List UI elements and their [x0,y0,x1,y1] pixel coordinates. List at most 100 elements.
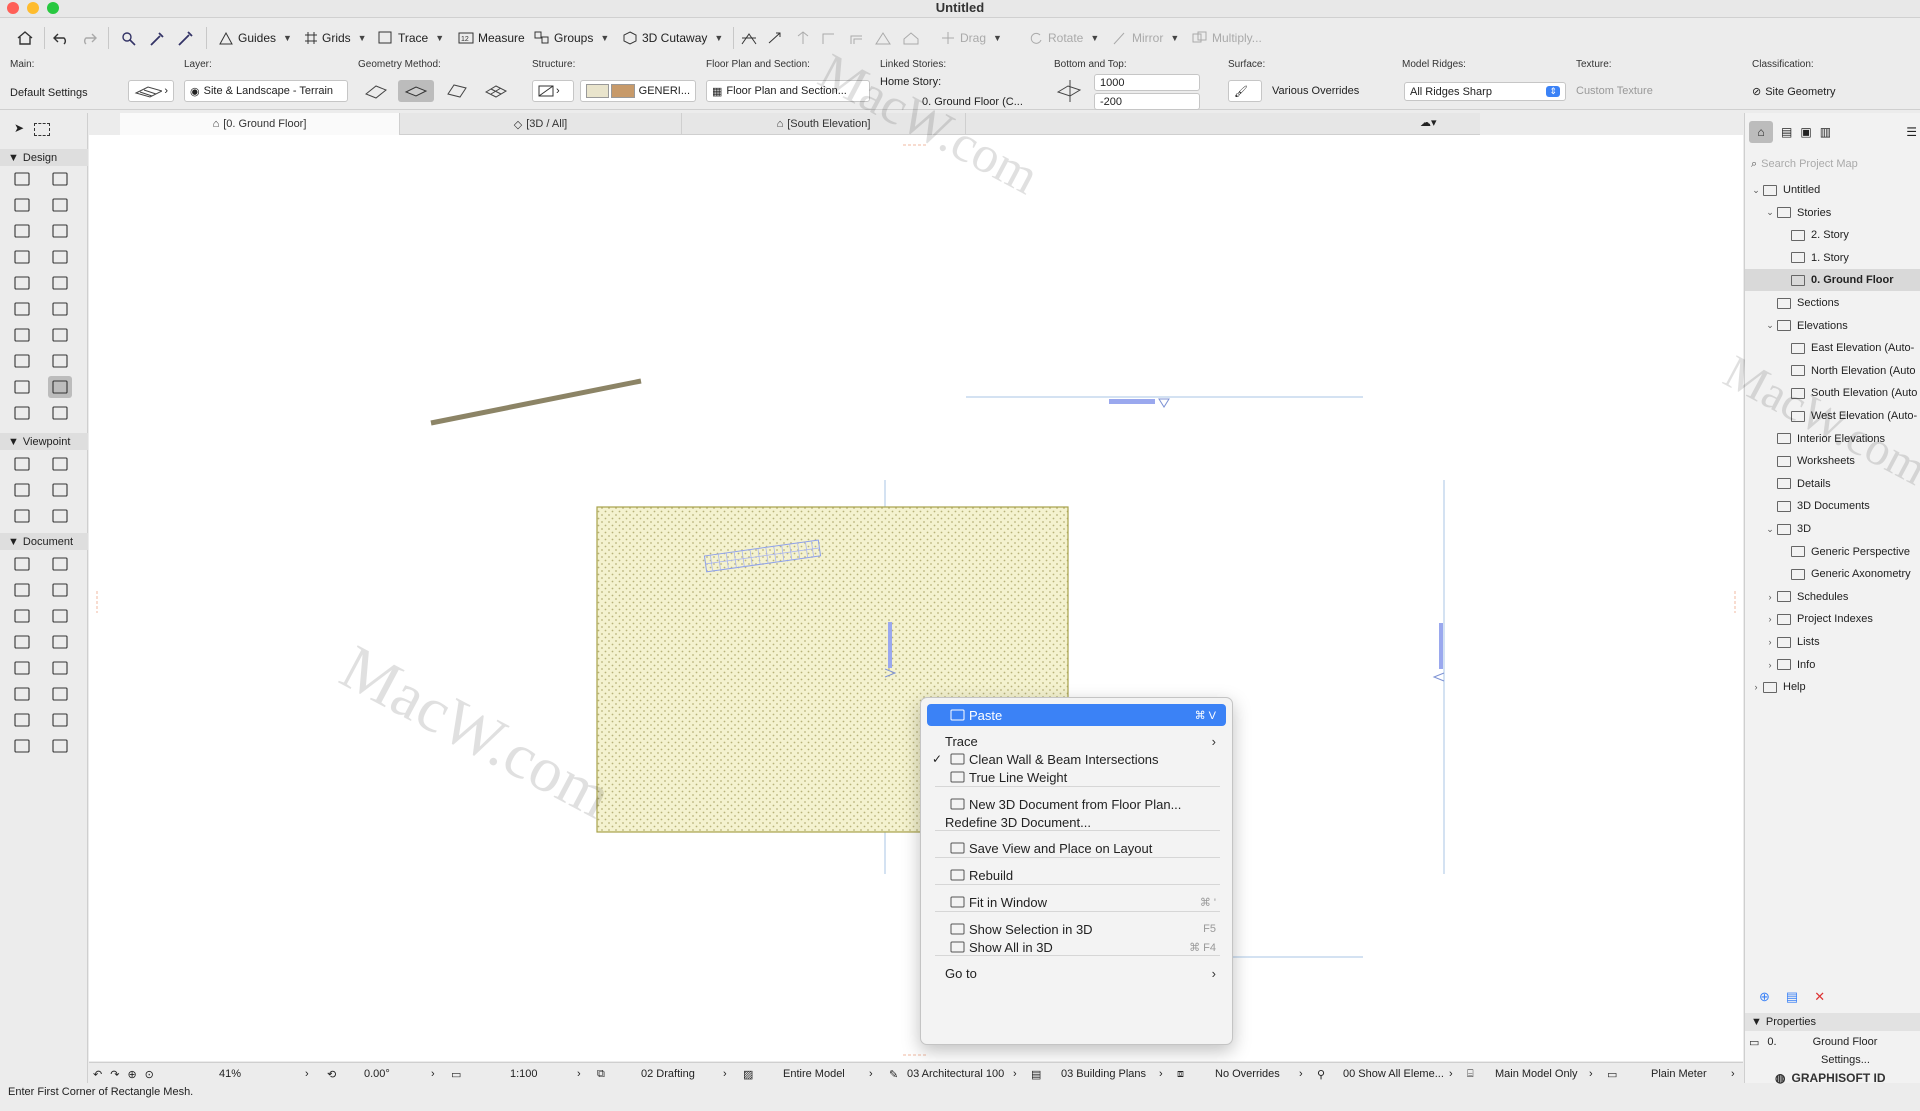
zone-tool-icon[interactable] [48,324,72,346]
geometry-rotated-button[interactable] [438,80,474,102]
menu-item-true-line-weight[interactable]: True Line Weight [927,766,1226,788]
beam-tool-icon[interactable] [48,194,72,216]
offset-icon[interactable] [848,25,866,51]
settings-button[interactable]: Settings... [1821,1054,1870,1066]
navigator-item[interactable]: North Elevation (Auto [1745,360,1920,382]
navigator-item[interactable]: › Project Indexes [1745,608,1920,630]
navigator-item[interactable]: Interior Elevations [1745,428,1920,450]
structure-type-button[interactable]: › [532,80,574,102]
worksheet-tool-icon[interactable] [48,479,72,501]
chevron-right-icon[interactable]: › [431,1063,435,1085]
door-tool-icon[interactable] [10,220,34,242]
navigator-item[interactable]: East Elevation (Auto- [1745,337,1920,359]
tab-options-icon[interactable]: ☁▾ [1420,116,1437,129]
navigator-item[interactable]: Details [1745,473,1920,495]
zoom-value[interactable]: 41% [219,1063,241,1085]
chevron-right-icon[interactable]: › [1449,1063,1453,1085]
window-tool-icon[interactable] [48,220,72,242]
navigator-item[interactable]: 0. Ground Floor [1745,269,1920,292]
split-icon[interactable] [740,25,758,51]
syringe-icon[interactable] [176,25,194,51]
circle-tool-icon[interactable] [48,657,72,679]
explode-icon[interactable] [874,25,892,51]
surface-brush-button[interactable]: 🖌 [1228,80,1262,102]
angle-dimension-tool-icon[interactable] [48,579,72,601]
chevron-right-icon[interactable]: › [1589,1063,1593,1085]
column-tool-icon[interactable] [10,194,34,216]
mirror-button[interactable]: Mirror ▼ [1112,25,1179,51]
floor-plan-canvas[interactable]: MacW.com MacW.com [89,43,1743,1061]
geometry-rectangle-button[interactable] [398,80,434,102]
object-tool-icon[interactable] [10,246,34,268]
elevation-tool-icon[interactable] [48,453,72,475]
chevron-right-icon[interactable]: › [1299,1063,1303,1085]
mvo-value[interactable]: 03 Building Plans [1061,1063,1146,1085]
text-tool-icon[interactable] [10,605,34,627]
label-tool-icon[interactable] [48,605,72,627]
navigator-item[interactable]: West Elevation (Auto- [1745,405,1920,427]
pen-set-value[interactable]: 03 Architectural 100 [907,1063,1004,1085]
chevron-right-icon[interactable]: › [1763,592,1777,602]
figure-tool-icon[interactable] [10,735,34,757]
texture-value[interactable]: Custom Texture [1576,85,1653,97]
navigator-item[interactable]: Generic Axonometry [1745,563,1920,585]
navigator-item[interactable]: › Info [1745,654,1920,676]
navigator-item[interactable]: Generic Perspective [1745,541,1920,563]
elevation-marker-right[interactable] [1439,623,1443,669]
zoom-previous-icon[interactable]: ↶ [93,1068,102,1081]
menu-item-fit-in-window[interactable]: Fit in Window ⌘ ' [927,891,1226,913]
dimension-tool-icon[interactable] [10,553,34,575]
marker-tool-icon[interactable] [10,631,34,653]
shell-tool-icon[interactable] [48,272,72,294]
pick-up-icon[interactable] [120,25,138,51]
view-settings-icon[interactable]: ▤ [1786,989,1798,1007]
trace-button[interactable]: Trace ▼ [378,25,444,51]
navigator-menu-icon[interactable]: ☰ [1906,125,1917,139]
fill-tool-icon[interactable] [10,709,34,731]
model-value[interactable]: Entire Model [783,1063,845,1085]
chevron-right-icon[interactable]: › [1159,1063,1163,1085]
change-tool-icon[interactable] [48,631,72,653]
adjust-icon[interactable] [766,25,784,51]
chevron-right-icon[interactable]: › [1749,682,1763,692]
eyedropper-icon[interactable] [148,25,166,51]
model-ridges-select[interactable]: All Ridges Sharp ⇕ [1404,82,1566,101]
navigator-item[interactable]: 1. Story [1745,247,1920,269]
curtain-wall-tool-icon[interactable] [10,324,34,346]
fillet-icon[interactable] [820,25,838,51]
opening-tool-icon[interactable] [10,376,34,398]
dimension-value[interactable]: Plain Meter [1651,1063,1707,1085]
lamp-tool-icon[interactable] [48,246,72,268]
navigator-item[interactable]: ⌄ Stories [1745,202,1920,224]
chevron-right-icon[interactable]: › [1763,614,1777,624]
navigator-item[interactable]: › Schedules [1745,586,1920,608]
renovation-value[interactable]: 00 Show All Eleme... [1343,1063,1444,1085]
navigator-item[interactable]: Sections [1745,292,1920,314]
chevron-down-icon[interactable]: ⌄ [1749,185,1763,196]
project-map-icon[interactable]: ⌂ [1749,121,1773,143]
surface-value[interactable]: Various Overrides [1272,85,1359,97]
zoom-next-icon[interactable]: ↷ [110,1068,119,1081]
delete-icon[interactable]: ✕ [1814,989,1825,1007]
tab-3d-all[interactable]: ◇ [3D / All] [400,113,682,135]
home-icon[interactable] [16,25,34,51]
multiply-button[interactable]: Multiply... [1192,25,1262,51]
menu-item-paste[interactable]: Paste ⌘ V [927,704,1226,726]
redo-icon[interactable] [80,25,98,51]
undo-icon[interactable] [52,25,70,51]
3d-cutaway-button[interactable]: 3D Cutaway ▼ [622,25,723,51]
layer-combo-value[interactable]: 02 Drafting [641,1063,695,1085]
camera-tool-icon[interactable] [48,505,72,527]
roof-icon[interactable] [902,25,920,51]
guides-button[interactable]: Guides ▼ [218,25,292,51]
mesh-tool-icon[interactable] [48,376,72,398]
zoom-fit-icon[interactable]: ⊙ [145,1068,154,1081]
viewpoint-section-header[interactable]: ▼ Viewpoint [0,433,88,450]
chevron-right-icon[interactable]: › [1731,1063,1735,1085]
navigator-item[interactable]: 2. Story [1745,224,1920,246]
add-view-icon[interactable]: ⊕ [1759,989,1770,1007]
angle-value[interactable]: 0.00° [364,1063,390,1085]
railing-tool-icon[interactable] [48,298,72,320]
floorplan-settings-button[interactable]: ▦ Floor Plan and Section... [706,80,870,102]
navigator-item[interactable]: › Lists [1745,631,1920,653]
